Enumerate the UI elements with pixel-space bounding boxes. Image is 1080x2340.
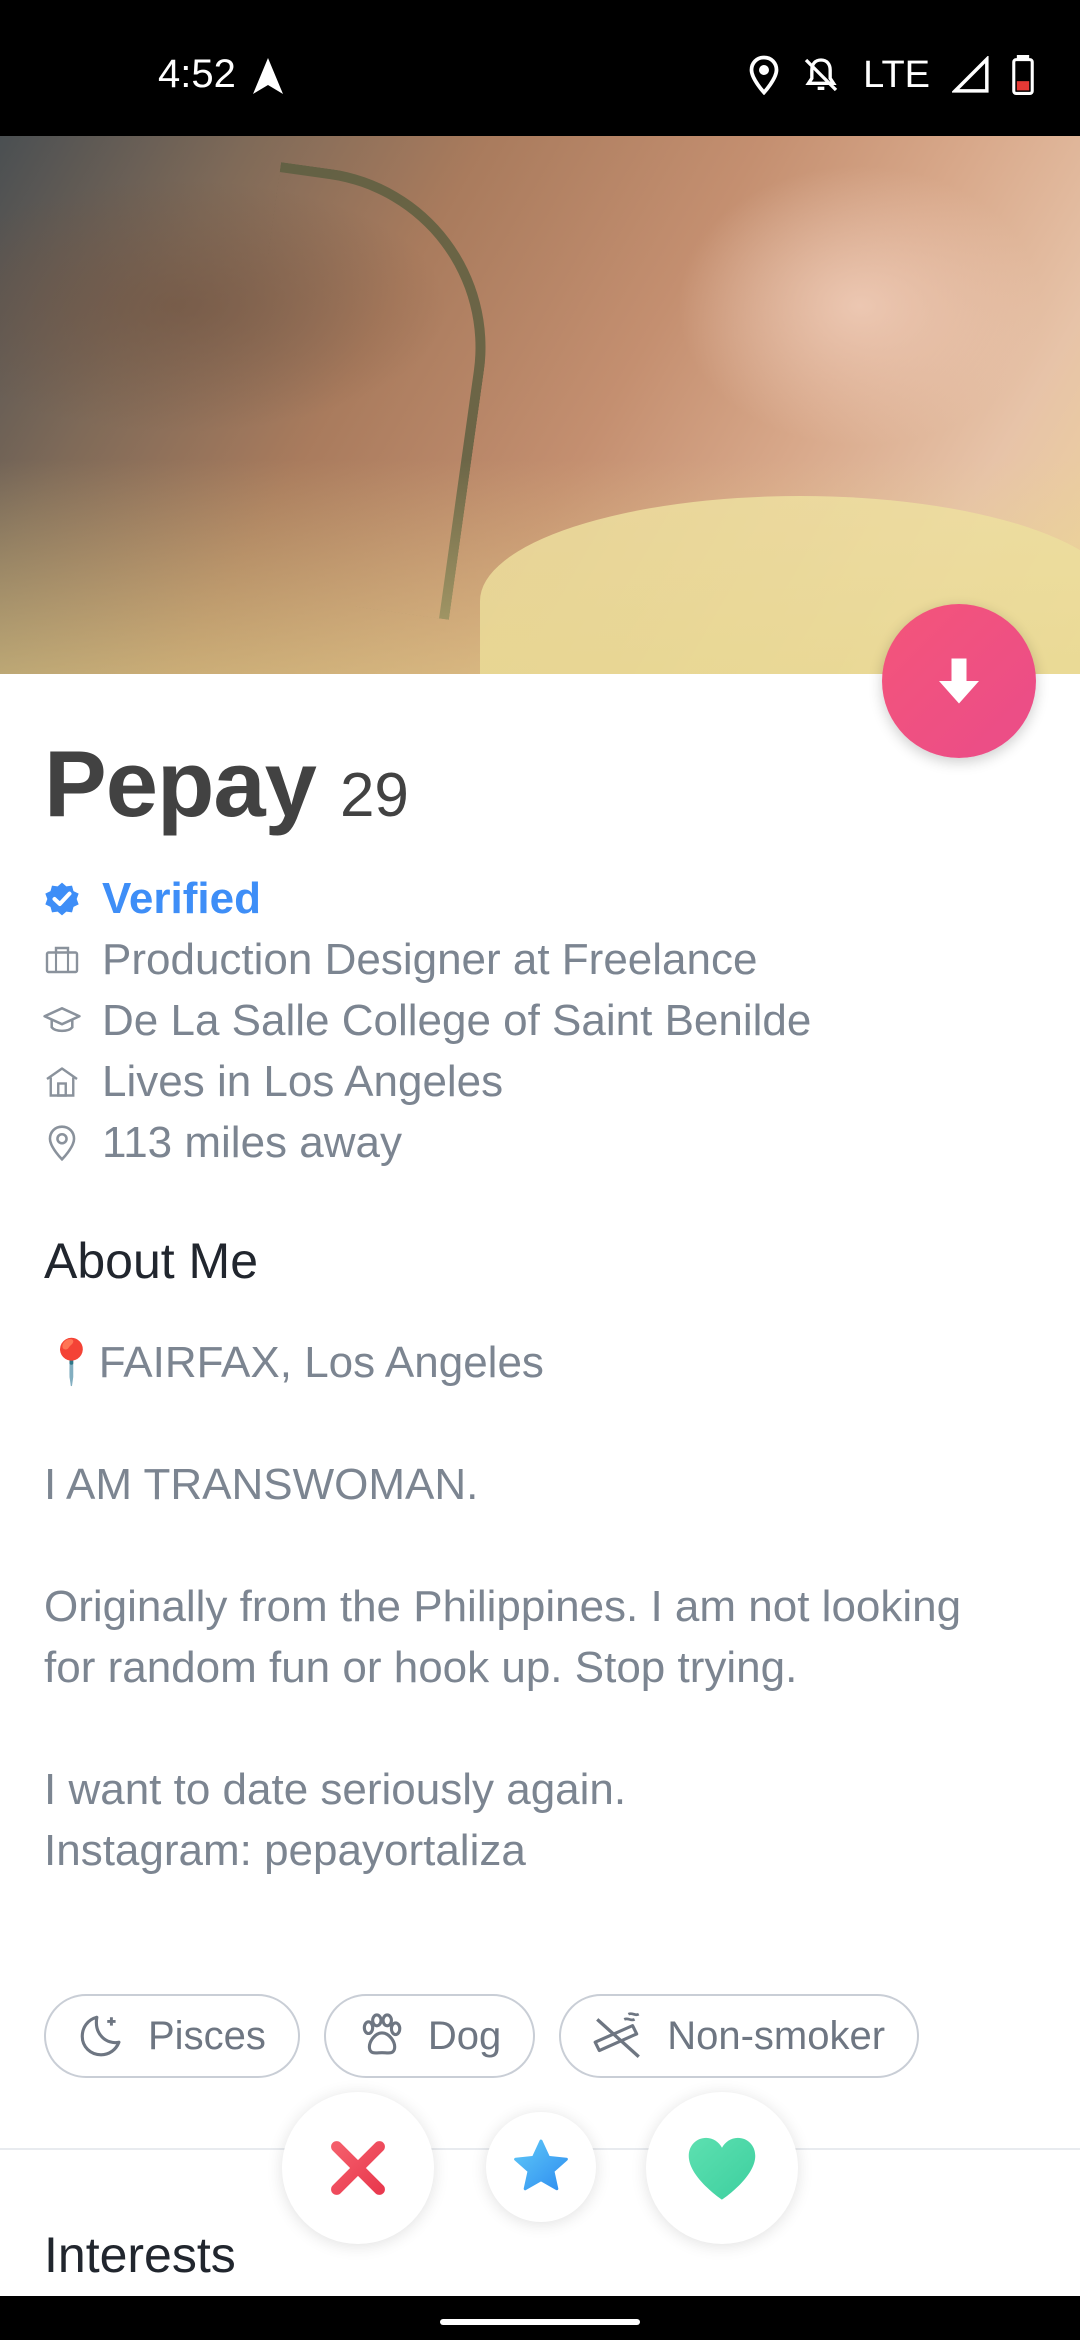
about-location-line: 📍FAIRFAX, Los Angeles [44,1332,1024,1393]
location-icon [749,55,779,95]
profile-name: Pepay [44,731,317,836]
lifestyle-chips: Pisces Dog Non-smoker [44,1994,920,2078]
super-like-button[interactable] [486,2112,596,2222]
about-location-text: FAIRFAX, Los Angeles [98,1338,544,1387]
verified-badge-icon [42,879,82,919]
paw-icon [362,2013,402,2055]
collapse-profile-button[interactable] [882,604,1036,758]
nope-button[interactable] [282,2092,434,2244]
about-line-3a: I want to date seriously again. [44,1765,627,1814]
moon-icon [80,2015,121,2057]
verified-label: Verified [102,873,261,923]
chip-pisces-label: Pisces [148,2013,266,2058]
about-line-2: Originally from the Philippines. I am no… [44,1582,962,1692]
signal-icon [952,56,989,93]
about-line-3: I want to date seriously again. Instagram… [44,1759,1024,1881]
star-icon [514,2139,568,2191]
distance-row: 113 miles away [42,1112,1042,1173]
status-icons: LTE [749,52,1034,98]
about-me-heading: About Me [44,1233,259,1289]
no-smoking-icon [593,2012,641,2059]
status-bar: 4:52 LTE [0,0,1080,136]
lives-in-row: Lives in Los Angeles [42,1051,1042,1112]
briefcase-icon [42,940,82,980]
home-indicator[interactable] [440,2319,640,2325]
job-row: Production Designer at Freelance [42,929,1042,990]
arrow-down-icon [939,658,979,704]
chip-dog-label: Dog [427,2013,502,2058]
school-row: De La Salle College of Saint Benilde [42,990,1042,1051]
photo-shading [0,136,1080,674]
like-button[interactable] [646,2092,798,2244]
notifications-off-icon [804,58,838,92]
school-text: De La Salle College of Saint Benilde [102,995,812,1045]
name-age-row: Pepay 29 [44,730,409,838]
about-me-body: 📍FAIRFAX, Los Angeles I AM TRANSWOMAN. O… [44,1332,1024,1881]
graduation-cap-icon [42,1001,82,1041]
status-time: 4:52 [158,52,236,96]
chip-non-smoker-label: Non-smoker [667,2013,886,2058]
chip-non-smoker: Non-smoker [559,1994,920,2078]
profile-photo[interactable] [0,136,1080,674]
battery-icon [1012,55,1034,95]
about-line-1: I AM TRANSWOMAN. [44,1460,479,1509]
job-text: Production Designer at Freelance [102,934,758,984]
chip-dog: Dog [323,1994,536,2078]
location-pin-icon [42,1123,82,1163]
system-nav-bar [0,2296,1080,2340]
profile-info-list: Verified Production Designer at Freelanc… [42,868,1042,1173]
network-type: LTE [863,53,930,96]
round-pushpin-emoji: 📍 [44,1338,99,1387]
heart-icon [688,2137,756,2200]
interests-heading: Interests [44,2227,236,2283]
chip-pisces: Pisces [44,1994,300,2078]
close-icon [331,2141,385,2195]
lives-in-text: Lives in Los Angeles [102,1056,504,1106]
home-icon [42,1062,82,1102]
navigation-icon [253,58,283,94]
about-instagram-line: Instagram: pepayortaliza [44,1826,526,1875]
profile-age: 29 [339,761,409,830]
distance-text: 113 miles away [102,1117,402,1167]
verified-row[interactable]: Verified [42,868,1042,929]
